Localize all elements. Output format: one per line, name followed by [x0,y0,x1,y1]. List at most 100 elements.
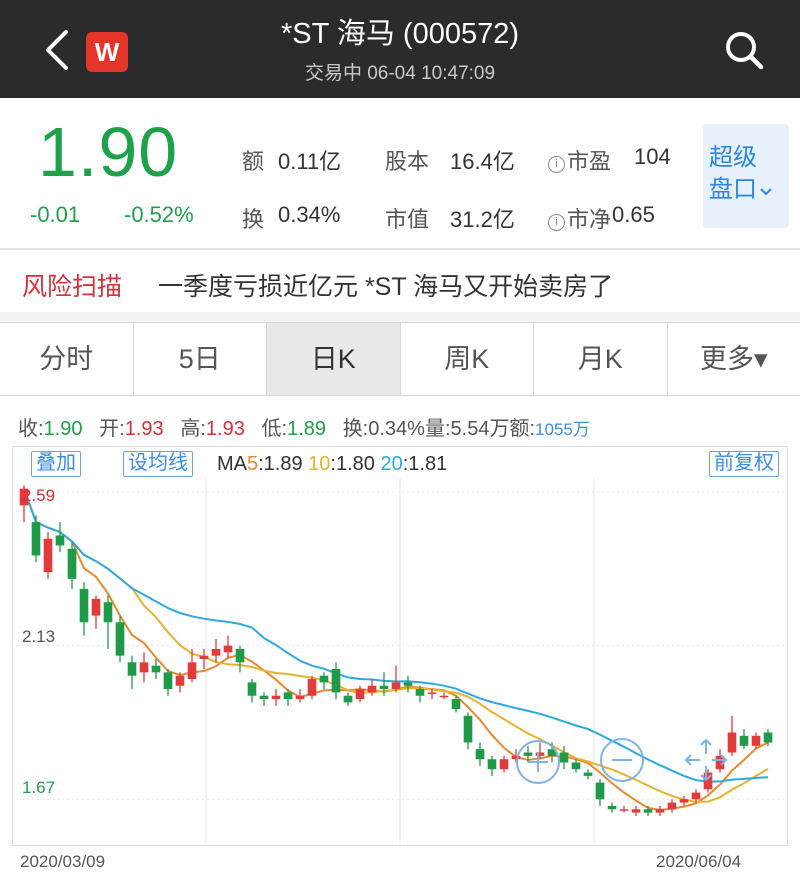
candle-body [427,692,437,694]
candle-body [127,662,137,676]
pb-label[interactable]: i 市净 [548,202,611,234]
section-gap [0,312,800,322]
ma10-line [23,488,769,803]
price-change-pct: -0.52% [124,202,194,227]
amount-value: 0.11亿 [278,149,342,174]
tab-intraday[interactable]: 分时 [0,323,134,395]
candle-body [187,662,197,680]
candle-body [223,645,233,653]
candle-body [535,752,545,756]
candle-body [655,809,665,813]
candle-body [379,685,389,690]
trading-status: 交易中 06-04 10:47:09 [304,63,496,84]
ma20-line [23,488,769,783]
candle-body [199,655,209,659]
candle-body [739,735,749,746]
candle-body [667,802,677,810]
period-tabs: 分时 5日 日K 周K 月K 更多▾ [0,322,800,396]
pe-value: 104 [634,144,671,169]
candle-body [259,695,269,700]
candle-body [247,682,257,696]
tab-more[interactable]: 更多▾ [668,323,800,395]
stock-title: *ST 海马 (000572) [280,18,520,50]
y-tick-high: 2.59 [22,486,56,505]
search-icon[interactable] [722,28,766,72]
candle-body [139,662,149,673]
ma-legend: MA5:1.89 10:1.80 20:1.81 [217,453,448,475]
candle-body [595,782,605,800]
x-tick-start: 2020/03/09 [20,852,106,871]
candle-body [343,695,353,703]
quote-panel: 1.90 -0.01 -0.52% 额 0.11亿 换 0.34% 股本 16.… [0,98,800,248]
set-ma-button[interactable]: 设均线 [123,451,193,477]
candle-body [31,522,41,556]
candle-body [67,548,77,579]
candle-body [211,648,221,656]
candle-body [103,602,113,623]
divider [0,248,800,250]
candle-body [295,695,305,700]
capital-value: 16.4亿 [450,149,515,174]
candle-body [751,735,761,746]
adjust-button[interactable]: 前复权 [709,451,779,477]
candle-body [631,809,641,813]
candle-body [619,809,629,811]
candle-body [559,752,569,763]
top-bar: W *ST 海马 (000572) 交易中 06-04 10:47:09 [0,0,800,98]
candle-body [583,772,593,776]
super-orderbook-button[interactable]: 超级 盘口 [703,124,789,228]
candle-body [43,538,53,573]
mktcap-value: 31.2亿 [450,207,515,232]
candle-body [463,715,473,743]
candle-body [355,689,365,700]
ma5-line [23,488,769,812]
tab-weekly-k[interactable]: 周K [401,323,534,395]
candle-body [475,749,485,760]
candle-body [235,648,245,663]
pb-value: 0.65 [612,202,655,227]
candle-body [283,692,293,700]
chevron-down-icon [760,188,772,196]
candle-body [451,699,461,710]
risk-news-bar[interactable]: 风险扫描 一季度亏损近亿元 *ST 海马又开始卖房了 [0,252,800,312]
candle-body [319,675,329,683]
y-tick-low: 1.67 [22,778,56,797]
candle-body [175,675,185,686]
candle-body [79,588,89,623]
candle-body [163,672,173,690]
candle-body [115,622,125,656]
candle-body [91,598,101,616]
candle-body [271,695,281,700]
overlay-button[interactable]: 叠加 [31,451,81,477]
x-tick-end: 2020/06/04 [656,852,742,871]
candle-body [307,679,317,696]
price-change: -0.01 [30,202,81,227]
candle-body [571,762,581,770]
news-headline[interactable]: 一季度亏损近亿元 *ST 海马又开始卖房了 [158,267,613,303]
info-icon: i [548,214,565,231]
candle-body [151,665,161,673]
candle-body [439,695,449,698]
candle-body [55,535,65,546]
capital-label: 股本 [385,149,430,174]
candle-body [391,682,401,690]
turnover-label: 换 [242,207,265,232]
candle-body [487,759,497,770]
y-tick-mid: 2.13 [22,627,56,646]
tab-monthly-k[interactable]: 月K [534,323,668,395]
candle-body [415,689,425,696]
candle-body [331,669,341,693]
pe-label[interactable]: i 市盈 [548,144,611,176]
daily-stats-row: 收:1.90 开:1.93 高:1.93 低:1.89 换:0.34%量:5.5… [18,418,590,440]
candlestick-chart[interactable] [12,478,788,844]
turnover-value: 0.34% [278,202,341,227]
candle-body [691,792,701,800]
info-icon: i [548,156,565,173]
mktcap-label: 市值 [385,207,430,232]
tab-daily-k[interactable]: 日K [267,323,401,395]
tab-5day[interactable]: 5日 [134,323,267,395]
candle-body [607,805,617,810]
candle-body [511,755,521,760]
candle-body [679,799,689,803]
candle-body [523,752,533,756]
